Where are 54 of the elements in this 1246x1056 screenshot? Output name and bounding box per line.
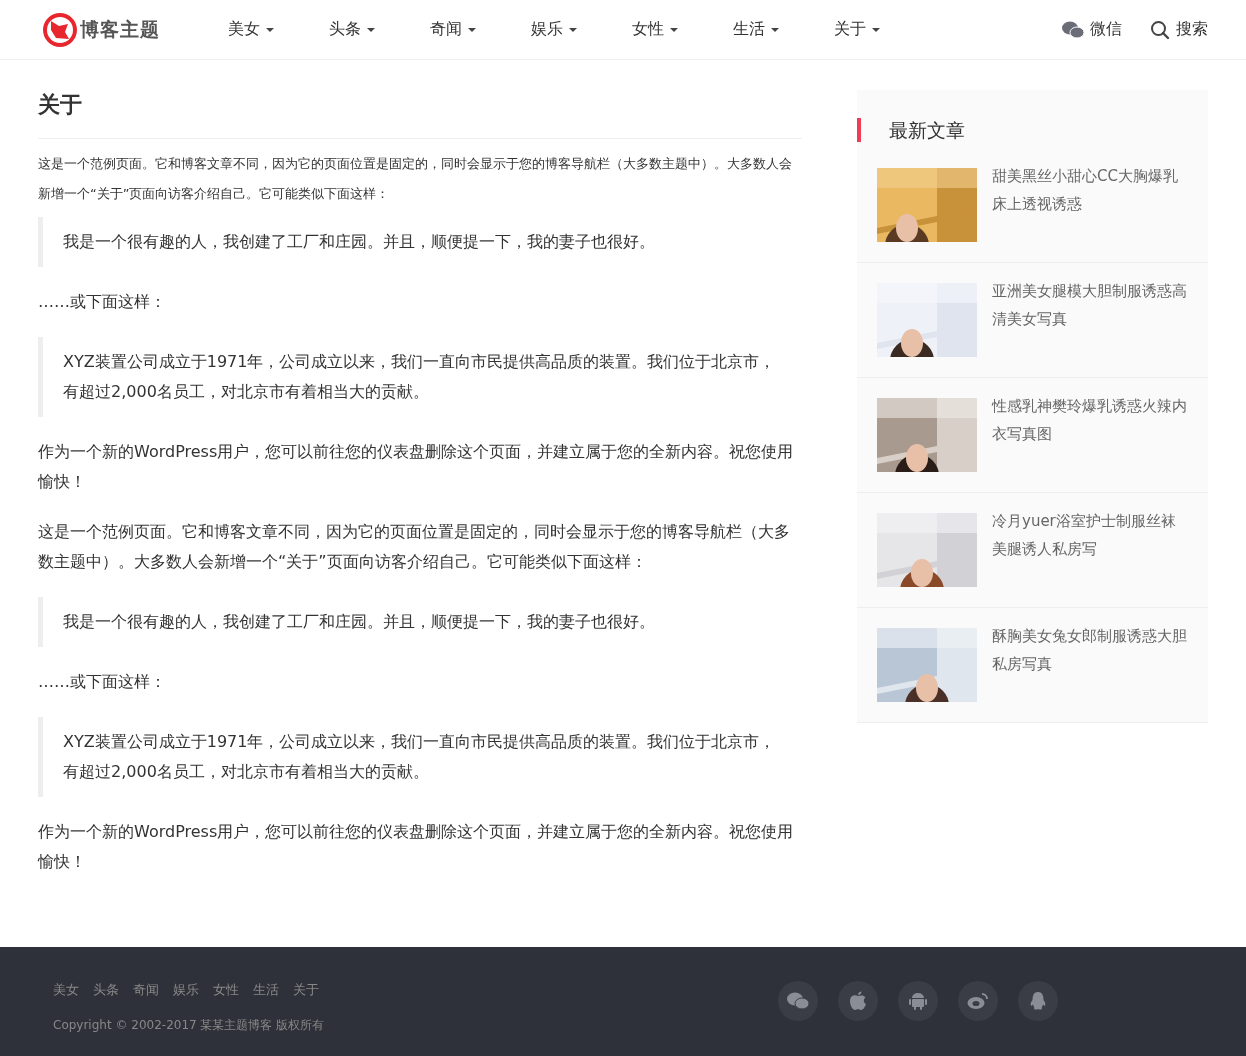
footer-link[interactable]: 奇闻 <box>133 981 159 999</box>
post-title-link[interactable]: 亚洲美女腿模大胆制服诱惑高清美女写真 <box>992 277 1188 357</box>
footer-link[interactable]: 娱乐 <box>173 981 199 999</box>
nav-menu-item[interactable]: 生活 <box>733 19 834 40</box>
penguin-social-button[interactable] <box>1018 981 1058 1021</box>
nav-menu-item[interactable]: 娱乐 <box>531 19 632 40</box>
android-icon <box>909 991 927 1011</box>
wechat-icon <box>1062 20 1084 39</box>
footer-link[interactable]: 头条 <box>93 981 119 999</box>
nav-menu-item[interactable]: 奇闻 <box>430 19 531 40</box>
nav-menu-item[interactable]: 美女 <box>228 19 329 40</box>
apple-social-button[interactable] <box>838 981 878 1021</box>
block-quote: 我是一个很有趣的人，我创建了工厂和庄园。并且，顺便提一下，我的妻子也很好。 <box>38 217 802 267</box>
site-logo-text[interactable]: 博客主题 <box>80 16 160 43</box>
caret-icon <box>266 27 274 32</box>
copyright-text: Copyright © 2002-2017 某某主题博客 版权所有 <box>53 1017 325 1034</box>
post-title-link[interactable]: 冷月yuer浴室护士制服丝袜美腿诱人私房写 <box>992 507 1188 587</box>
paragraph: ……或下面这样： <box>38 291 167 313</box>
weibo-icon <box>967 992 989 1010</box>
page-title: 关于 <box>38 90 802 139</box>
nav-menu-item[interactable]: 头条 <box>329 19 430 40</box>
block-quote: XYZ装置公司成立于1971年，公司成立以来，我们一直向市民提供高品质的装置。我们位于北京市，有超过2,000名员工，对北京市有着相当大的贡献。 <box>38 337 802 417</box>
caret-icon <box>468 27 476 32</box>
android-social-button[interactable] <box>898 981 938 1021</box>
sidebar-heading: 最新文章 <box>857 118 1208 142</box>
block-quote: XYZ装置公司成立于1971年，公司成立以来，我们一直向市民提供高品质的装置。我们位于北京市，有超过2,000名员工，对北京市有着相当大的贡献。 <box>38 717 802 797</box>
caret-icon <box>872 27 880 32</box>
post-title-link[interactable]: 性感乳神樊玲爆乳诱惑火辣内衣写真图 <box>992 392 1188 472</box>
nav-menu-item[interactable]: 女性 <box>632 19 733 40</box>
search-button[interactable]: 搜索 <box>1150 19 1208 40</box>
penguin-icon <box>1029 991 1047 1011</box>
footer-link[interactable]: 女性 <box>213 981 239 999</box>
wechat-icon <box>787 992 809 1010</box>
post-title-link[interactable]: 酥胸美女兔女郎制服诱惑大胆私房写真 <box>992 622 1188 702</box>
caret-icon <box>771 27 779 32</box>
caret-icon <box>670 27 678 32</box>
weibo-social-button[interactable] <box>958 981 998 1021</box>
wechat-link[interactable]: 微信 <box>1062 19 1122 40</box>
footer-link[interactable]: 关于 <box>293 981 319 999</box>
post-title-link[interactable]: 甜美黑丝小甜心CC大胸爆乳床上透视诱惑 <box>992 162 1188 242</box>
paragraph: 作为一个新的WordPress用户，您可以前往您的仪表盘删除这个页面，并建立属于您的全新内容。祝您使用愉快！ <box>38 441 795 493</box>
block-quote: 我是一个很有趣的人，我创建了工厂和庄园。并且，顺便提一下，我的妻子也很好。 <box>38 597 802 647</box>
nav-menu-item[interactable]: 关于 <box>834 19 935 40</box>
paragraph: 这是一个范例页面。它和博客文章不同，因为它的页面位置是固定的，同时会显示于您的博客导航栏（大多数主题中）。大多数人会新增一个“关于”页面向访客介绍自己。它可能类似下面这样： <box>38 521 791 573</box>
wechat-social-button[interactable] <box>778 981 818 1021</box>
footer-link[interactable]: 美女 <box>53 981 79 999</box>
caret-icon <box>569 27 577 32</box>
paragraph: 作为一个新的WordPress用户，您可以前往您的仪表盘删除这个页面，并建立属于您的全新内容。祝您使用愉快！ <box>38 821 795 873</box>
search-icon <box>1150 19 1170 40</box>
footer-link[interactable]: 生活 <box>253 981 279 999</box>
caret-icon <box>367 27 375 32</box>
paragraph: ……或下面这样： <box>38 671 167 693</box>
apple-icon <box>849 991 867 1011</box>
intro-paragraph: 这是一个范例页面。它和博客文章不同，因为它的页面位置是固定的，同时会显示于您的博客导航栏（大多数主题中）。大多数人会新增一个“关于”页面向访客介绍自己。它可能类似下面这样： <box>38 155 793 203</box>
